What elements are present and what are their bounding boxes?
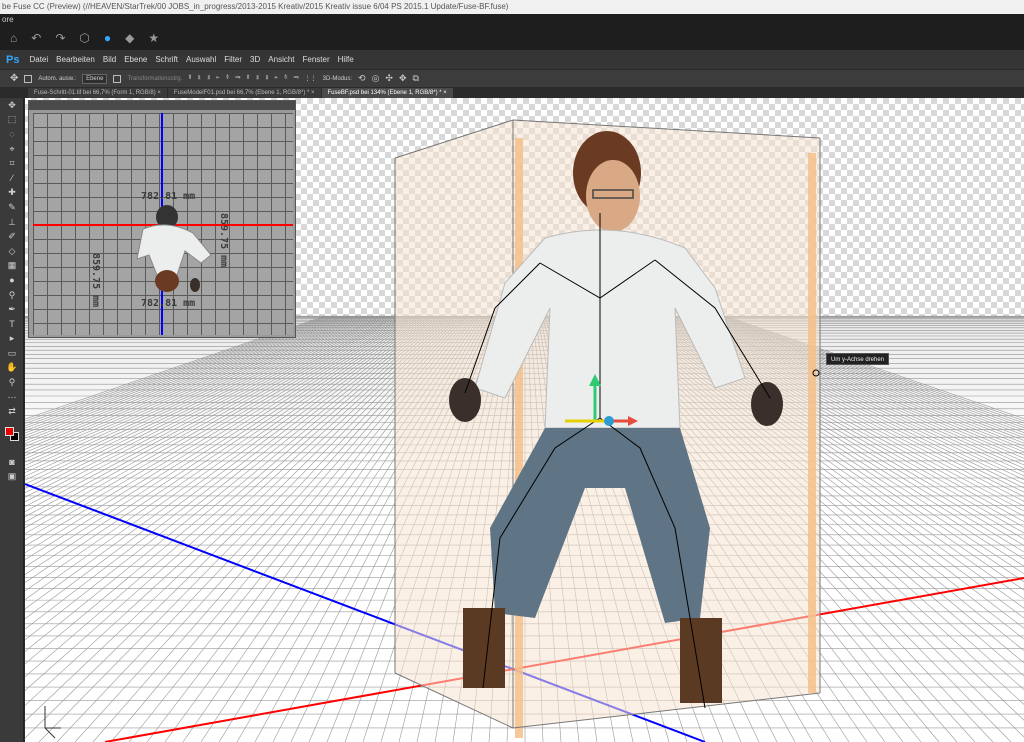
document-tabs: Fuse-Schritt-01.tif bei 66,7% (Form 1, R… <box>0 87 1024 98</box>
close-icon[interactable]: × <box>157 90 161 96</box>
redo-icon[interactable]: ↷ <box>55 31 65 45</box>
foreground-color-swatch[interactable] <box>5 427 14 436</box>
eraser-tool-icon[interactable]: ◇ <box>0 244 24 259</box>
secondary-view-header <box>29 101 295 110</box>
dimension-label-bottom: 782.81 mm <box>141 298 196 309</box>
crop-tool-icon[interactable]: ⌗ <box>0 156 24 171</box>
blur-tool-icon[interactable]: ● <box>0 273 24 288</box>
auto-align-icon[interactable]: ⋮⋮ <box>305 75 317 82</box>
drag-3d-icon[interactable]: ✣ <box>385 73 393 84</box>
distribute-bottom-icon[interactable]: ⫫ <box>265 75 268 82</box>
scale-3d-icon[interactable]: ⧉ <box>413 73 419 84</box>
marquee-tool-icon[interactable]: ⬚ <box>0 113 24 128</box>
swap-colors-icon[interactable]: ⇄ <box>0 404 24 419</box>
align-middle-icon[interactable]: ⫫ <box>198 75 201 82</box>
shape-tool-icon[interactable]: ▭ <box>0 346 24 361</box>
type-tool-icon[interactable]: T <box>0 317 24 332</box>
align-center-icon[interactable]: ⫩ <box>226 75 229 82</box>
distribute-middle-icon[interactable]: ⫫ <box>256 75 259 82</box>
close-icon[interactable]: × <box>443 90 447 96</box>
star-icon[interactable]: ★ <box>148 31 159 45</box>
options-bar: ✥ Autom. ausw.: Ebene Transformationsstr… <box>0 69 1024 87</box>
mode-label: 3D-Modus: <box>322 75 353 82</box>
history-brush-tool-icon[interactable]: ✐ <box>0 229 24 244</box>
menu-fenster[interactable]: Fenster <box>303 55 330 64</box>
healing-tool-icon[interactable]: ✚ <box>0 186 24 201</box>
top-view-character <box>136 205 212 292</box>
cube-solid-icon[interactable]: ◆ <box>125 31 134 45</box>
lasso-tool-icon[interactable]: ◌ <box>0 127 24 142</box>
distribute-left-icon[interactable]: ⫦ <box>275 75 278 82</box>
3d-secondary-view[interactable]: 782.81 mm 782.81 mm 859.75 mm 859.75 mm <box>28 100 296 338</box>
zoom-tool-icon[interactable]: ⚲ <box>0 375 24 390</box>
gradient-tool-icon[interactable]: ▦ <box>0 259 24 274</box>
tab-document-3[interactable]: FuseBF.psd bei 134% (Ebene 1, RGB/8*) * … <box>321 88 453 98</box>
tab-document-2[interactable]: FuseModelF01.psd bei 66,7% (Ebene 1, RGB… <box>167 88 321 98</box>
quick-mask-icon[interactable]: ◙ <box>0 455 24 470</box>
window-title: be Fuse CC (Preview) (//HEAVEN/StarTrek/… <box>0 0 1024 14</box>
distribute-center-icon[interactable]: ⫩ <box>284 75 287 82</box>
stamp-tool-icon[interactable]: ⊥ <box>0 215 24 230</box>
menu-3d[interactable]: 3D <box>250 55 260 64</box>
align-right-icon[interactable]: ⫥ <box>235 75 240 82</box>
align-bottom-icon[interactable]: ⫫ <box>207 75 210 82</box>
menu-ebene[interactable]: Ebene <box>124 55 147 64</box>
auto-select-label: Autom. ausw.: <box>38 75 77 82</box>
distribute-top-icon[interactable]: ⫪ <box>246 75 249 82</box>
menu-schrift[interactable]: Schrift <box>155 55 178 64</box>
quick-select-tool-icon[interactable]: ⌖ <box>0 142 24 157</box>
undo-icon[interactable]: ↶ <box>31 31 41 45</box>
app-logo: Ps <box>6 53 20 66</box>
tools-panel: ✥ ⬚ ◌ ⌖ ⌗ ⁄ ✚ ✎ ⊥ ✐ ◇ ▦ ● ⚲ ✒ T ▸ ▭ ✋ ⚲ … <box>0 98 24 742</box>
cube-icon[interactable]: ⬡ <box>79 31 89 45</box>
hand-tool-icon[interactable]: ✋ <box>0 361 24 376</box>
menu-bild[interactable]: Bild <box>103 55 116 64</box>
more-tools-icon[interactable]: ⋯ <box>0 390 24 405</box>
menu-hilfe[interactable]: Hilfe <box>338 55 354 64</box>
quick-toolbar: ⌂ ↶ ↷ ⬡ ● ◆ ★ <box>0 26 1024 50</box>
transform-controls-checkbox[interactable] <box>113 74 122 83</box>
layer-select-dropdown[interactable]: Ebene <box>82 73 108 84</box>
align-left-icon[interactable]: ⫦ <box>216 75 219 82</box>
secondary-view-grid: 782.81 mm 782.81 mm 859.75 mm 859.75 mm <box>33 113 293 335</box>
pen-tool-icon[interactable]: ✒ <box>0 302 24 317</box>
align-top-icon[interactable]: ⫪ <box>188 75 191 82</box>
brush-tool-icon[interactable]: ✎ <box>0 200 24 215</box>
dimension-label-left: 859.75 mm <box>90 253 101 308</box>
move-tool-icon[interactable]: ✥ <box>10 73 18 84</box>
screen-mode-icon[interactable]: ▣ <box>0 470 24 485</box>
menu-filter[interactable]: Filter <box>224 55 242 64</box>
roll-3d-icon[interactable]: ◎ <box>372 73 380 84</box>
menu-ansicht[interactable]: Ansicht <box>268 55 294 64</box>
dodge-tool-icon[interactable]: ⚲ <box>0 288 24 303</box>
menu-bearbeiten[interactable]: Bearbeiten <box>56 55 95 64</box>
close-icon[interactable]: × <box>311 90 315 96</box>
dimension-label-right: 859.75 mm <box>218 213 229 268</box>
auto-select-checkbox[interactable] <box>24 74 33 83</box>
transform-controls-label: Transformationsstrg. <box>127 75 183 82</box>
rotate-3d-icon[interactable]: ⟲ <box>358 73 366 84</box>
move-tool-icon[interactable]: ✥ <box>0 98 24 113</box>
window-subtitle: ore <box>0 14 1024 26</box>
sphere-icon[interactable]: ● <box>104 31 111 45</box>
tab-document-1[interactable]: Fuse-Schritt-01.tif bei 66,7% (Form 1, R… <box>28 88 167 98</box>
path-select-tool-icon[interactable]: ▸ <box>0 332 24 347</box>
menu-bar: Ps Datei Bearbeiten Bild Ebene Schrift A… <box>0 50 1024 69</box>
distribute-right-icon[interactable]: ⫥ <box>293 75 298 82</box>
dimension-label-top: 782.81 mm <box>141 191 196 202</box>
tooltip: Um y-Achse drehen <box>826 353 890 365</box>
menu-datei[interactable]: Datei <box>29 55 48 64</box>
home-icon[interactable]: ⌂ <box>10 31 17 45</box>
menu-auswahl[interactable]: Auswahl <box>186 55 216 64</box>
eyedropper-tool-icon[interactable]: ⁄ <box>0 171 24 186</box>
slide-3d-icon[interactable]: ✥ <box>399 73 407 84</box>
